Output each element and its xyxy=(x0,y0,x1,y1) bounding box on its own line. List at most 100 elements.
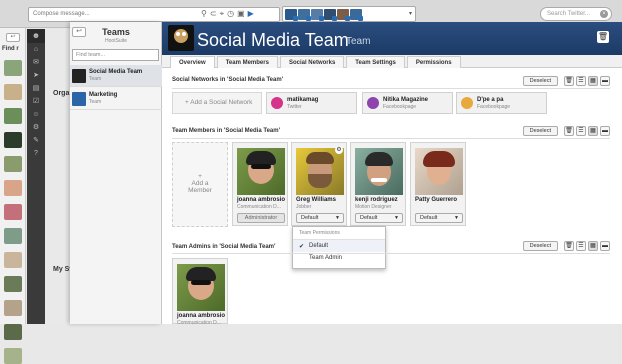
send-icon[interactable]: ➤ xyxy=(27,69,45,82)
permission-button[interactable]: Default ▼ xyxy=(415,213,463,223)
deselect-button[interactable]: Deselect xyxy=(522,241,558,251)
trash-icon[interactable]: 🗑 xyxy=(564,76,574,86)
location-icon[interactable]: ⌖ xyxy=(220,9,225,19)
member-card[interactable]: kenji rodriguez Motion Designer Default … xyxy=(350,142,406,226)
link-icon[interactable]: ⚲ xyxy=(201,9,207,19)
home-icon[interactable]: ⌂ xyxy=(27,43,45,56)
profile-avatar[interactable] xyxy=(337,9,350,21)
facebook-page-icon xyxy=(367,97,379,109)
add-social-network-button[interactable]: + Add a Social Network xyxy=(172,92,262,114)
member-name: Patty Guerrero xyxy=(415,197,458,203)
chevron-down-icon[interactable]: ▾ xyxy=(409,10,412,17)
profile-avatar[interactable] xyxy=(311,9,324,21)
member-photo xyxy=(237,148,285,195)
profile-avatar[interactable] xyxy=(285,9,298,21)
avatar[interactable] xyxy=(4,348,22,364)
tab-bar: Overview Team Members Social Networks Te… xyxy=(162,55,622,68)
grid-view-icon[interactable]: ▦ xyxy=(588,126,598,136)
tab-social-networks[interactable]: Social Networks xyxy=(279,56,345,68)
social-network-card[interactable]: matikamag Twitter xyxy=(266,92,357,114)
list-view-icon[interactable]: ☰ xyxy=(576,76,586,86)
team-members-heading: Team Members in 'Social Media Team' xyxy=(172,128,280,134)
avatar[interactable] xyxy=(4,60,22,76)
send-icon[interactable]: ▶ xyxy=(248,9,254,19)
tab-overview[interactable]: Overview xyxy=(170,56,215,68)
close-icon[interactable]: × xyxy=(600,10,608,18)
profile-avatar[interactable] xyxy=(324,9,337,21)
add-label: Add a xyxy=(191,180,209,187)
avatar[interactable] xyxy=(4,132,22,148)
member-photo xyxy=(415,148,463,195)
member-name: kenji rodriguez xyxy=(355,197,398,203)
trash-icon[interactable]: 🗑 xyxy=(564,126,574,136)
admin-card[interactable]: joanna ambrosio Communication D... xyxy=(172,258,228,326)
add-label: Member xyxy=(188,187,212,194)
profile-avatar[interactable] xyxy=(350,9,363,21)
divider xyxy=(172,88,610,89)
profile-selector[interactable]: ▾ xyxy=(282,6,416,22)
avatar[interactable] xyxy=(4,84,22,100)
schedule-icon[interactable]: ◷ xyxy=(227,9,234,19)
member-card[interactable]: ⚙ Greg Williams Jobber Default ▼ xyxy=(291,142,347,226)
tab-permissions[interactable]: Permissions xyxy=(406,56,461,68)
avatar[interactable] xyxy=(4,180,22,196)
deselect-button[interactable]: Deselect xyxy=(522,126,558,136)
avatar[interactable] xyxy=(4,156,22,172)
compose-tools: ⚲ ⊂ ⌖ ◷ ▣ ▶ xyxy=(201,9,254,19)
team-admins-heading: Team Admins in 'Social Media Team' xyxy=(172,244,276,250)
lock-icon[interactable]: ▣ xyxy=(237,9,245,19)
grid-view-icon[interactable]: ▦ xyxy=(588,76,598,86)
list-view-icon[interactable]: ☰ xyxy=(576,126,586,136)
member-role: Communication D... xyxy=(237,204,281,210)
team-type-label: Team xyxy=(346,36,371,47)
team-item-social-media[interactable]: Social Media Team Team xyxy=(70,65,162,87)
gear-icon[interactable]: ⚙ xyxy=(335,146,343,154)
grid-view-icon[interactable]: ▦ xyxy=(588,241,598,251)
team-logo xyxy=(72,68,86,83)
deselect-button[interactable]: Deselect xyxy=(522,76,558,86)
social-network-card[interactable]: D'pe a pa Facebookpage xyxy=(456,92,547,114)
list-view-icon[interactable]: ☰ xyxy=(576,241,586,251)
attachment-icon[interactable]: ⊂ xyxy=(210,9,217,19)
member-photo xyxy=(355,148,403,195)
add-member-button[interactable]: + Add a Member xyxy=(172,142,228,227)
section-tools: Deselect 🗑 ☰ ▦ ▬ xyxy=(522,76,610,86)
avatar[interactable] xyxy=(4,324,22,340)
member-card[interactable]: joanna ambrosio Communication D... Admin… xyxy=(232,142,288,226)
back-icon[interactable]: ↩ xyxy=(6,33,20,42)
avatar[interactable] xyxy=(4,108,22,124)
permission-button[interactable]: Default ▼ xyxy=(296,213,344,223)
stream-label: Orga xyxy=(53,90,70,97)
find-team-input[interactable]: Find team... xyxy=(72,49,159,61)
avatar[interactable] xyxy=(4,204,22,220)
search-input[interactable]: Search Twitter... × xyxy=(540,7,612,21)
stream-label: My St xyxy=(53,266,72,273)
social-network-card[interactable]: Nitika Magazine Facebookpage xyxy=(362,92,453,114)
permission-option-default[interactable]: ✔ Default xyxy=(293,240,385,252)
analytics-icon[interactable]: ▤ xyxy=(27,82,45,95)
tools-icon[interactable]: ✎ xyxy=(27,134,45,147)
chevron-down-icon: ▼ xyxy=(454,215,459,221)
large-view-icon[interactable]: ▬ xyxy=(600,241,610,251)
team-item-marketing[interactable]: Marketing Team xyxy=(70,88,162,110)
avatar[interactable] xyxy=(4,252,22,268)
large-view-icon[interactable]: ▬ xyxy=(600,76,610,86)
trash-icon[interactable]: 🗑 xyxy=(564,241,574,251)
member-card[interactable]: Patty Guerrero Default ▼ xyxy=(410,142,466,226)
tab-team-members[interactable]: Team Members xyxy=(216,56,278,68)
avatar[interactable] xyxy=(4,228,22,244)
tasks-icon[interactable]: ☑ xyxy=(27,95,45,108)
contacts-icon[interactable]: ☺ xyxy=(27,108,45,121)
member-photo xyxy=(296,148,344,195)
settings-icon[interactable]: ⚙ xyxy=(27,121,45,134)
trash-icon[interactable]: 🗑 xyxy=(597,31,609,43)
profile-avatar[interactable] xyxy=(298,9,311,21)
tab-team-settings[interactable]: Team Settings xyxy=(346,56,405,68)
messages-icon[interactable]: ✉ xyxy=(27,56,45,69)
avatar[interactable] xyxy=(4,276,22,292)
permission-button[interactable]: Default ▼ xyxy=(355,213,403,223)
permission-button[interactable]: Administrator xyxy=(237,213,285,223)
help-icon[interactable]: ? xyxy=(27,147,45,160)
large-view-icon[interactable]: ▬ xyxy=(600,126,610,136)
avatar[interactable] xyxy=(4,300,22,316)
